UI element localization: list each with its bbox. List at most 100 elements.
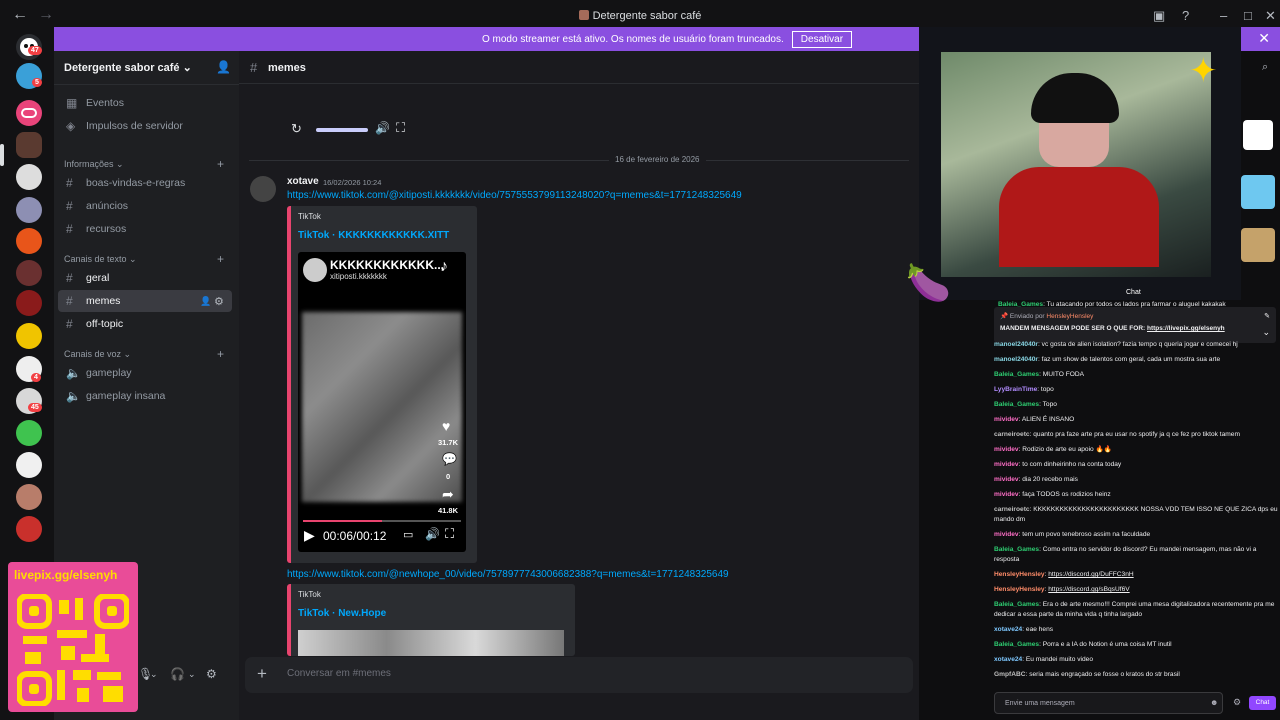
chat-settings-icon[interactable]: ⚙: [1233, 697, 1241, 708]
chat-user[interactable]: HensleyHensley: [994, 571, 1045, 578]
play-icon[interactable]: ▶: [304, 527, 315, 544]
server-avatar-10[interactable]: [16, 420, 42, 446]
comment-icon[interactable]: 💬: [442, 452, 457, 466]
channel-recursos[interactable]: # recursos: [58, 218, 232, 240]
banner-close-icon[interactable]: ✕: [1258, 30, 1270, 47]
chat-user[interactable]: Baleia_Games: [998, 301, 1043, 308]
fullscreen-icon[interactable]: ⛶: [445, 526, 454, 542]
channel-anuncios[interactable]: # anúncios: [58, 195, 232, 217]
chat-user[interactable]: xotave24: [994, 656, 1022, 663]
video-thumbnail[interactable]: [298, 630, 564, 656]
chat-user[interactable]: Baleia_Games: [994, 371, 1039, 378]
replay-icon[interactable]: ↻: [291, 121, 302, 137]
invite-people-icon[interactable]: 👤: [216, 60, 231, 74]
category-text[interactable]: Canais de texto ⌄ +: [64, 252, 224, 266]
fullscreen-icon[interactable]: ⛶: [396, 120, 405, 136]
badge-icon[interactable]: [1241, 228, 1275, 262]
server-avatar-11[interactable]: [16, 452, 42, 478]
category-voice[interactable]: Canais de voz ⌄ +: [64, 347, 224, 361]
server-avatar-2[interactable]: [16, 164, 42, 190]
add-member-icon[interactable]: 👤: [200, 296, 211, 307]
chat-user[interactable]: manoel24040r: [994, 341, 1038, 348]
category-info[interactable]: Informações ⌄ +: [64, 157, 224, 171]
emote-icon[interactable]: ☻: [1210, 698, 1218, 707]
add-channel-icon[interactable]: +: [217, 157, 224, 171]
embed-title-link[interactable]: TikTok · KKKKKKKKKKKK.XITT: [298, 230, 449, 241]
tiktok-video-player[interactable]: KKKKKKKKKKKK... xitiposti.kkkkkkk ♪ ♥ 31…: [298, 252, 466, 552]
pinned-link[interactable]: https://livepix.gg/elsenyh: [1147, 325, 1225, 332]
message-input[interactable]: + Conversar em #memes 🎁: [245, 657, 982, 693]
server-avatar-current[interactable]: [16, 132, 42, 158]
chat-user[interactable]: Baleia_Games: [994, 601, 1039, 608]
chat-user[interactable]: mividev: [994, 416, 1019, 423]
chat-user[interactable]: HensleyHensley: [994, 586, 1045, 593]
volume-icon[interactable]: 🔊: [425, 527, 440, 541]
chat-user[interactable]: carneiroetc: [994, 431, 1030, 438]
chevron-down-icon[interactable]: ⌄: [1262, 327, 1270, 338]
server-avatar-6[interactable]: [16, 290, 42, 316]
message-author[interactable]: xotave: [287, 176, 319, 187]
voice-gameplay-insana[interactable]: 🔈 gameplay insana: [58, 385, 232, 407]
gamepad-server-icon[interactable]: [16, 100, 42, 126]
chat-send-button[interactable]: Chat: [1249, 696, 1276, 710]
chat-input[interactable]: Envie uma mensagem ☻: [994, 692, 1223, 714]
chat-user[interactable]: xotave24: [994, 626, 1022, 633]
volume-icon[interactable]: 🔊: [375, 121, 390, 135]
search-icon[interactable]: ⌕: [1262, 61, 1268, 74]
close-window-icon[interactable]: ✕: [1265, 8, 1276, 24]
message-link-2[interactable]: https://www.tiktok.com/@newhope_00/video…: [287, 569, 729, 580]
channel-geral[interactable]: # geral: [58, 267, 232, 289]
maximize-icon[interactable]: □: [1244, 8, 1252, 23]
channel-boas-vindas[interactable]: # boas-vindas-e-regras: [58, 172, 232, 194]
server-avatar-13[interactable]: [16, 516, 42, 542]
chat-link[interactable]: https://discord.gg/DuFFC3nH: [1048, 571, 1133, 578]
chat-user[interactable]: LyyBrainTime: [994, 386, 1037, 393]
server-avatar-12[interactable]: [16, 484, 42, 510]
chat-user[interactable]: GmpfABC: [994, 671, 1026, 678]
captions-icon[interactable]: ▭: [403, 528, 413, 541]
chat-user[interactable]: mividev: [994, 491, 1019, 498]
minimize-icon[interactable]: –: [1220, 8, 1227, 23]
channel-off-topic[interactable]: # off-topic: [58, 313, 232, 335]
disable-streamer-button[interactable]: Desativar: [791, 30, 853, 48]
channel-memes[interactable]: # memes 👤 ⚙: [58, 290, 232, 312]
voice-gameplay[interactable]: 🔈 gameplay: [58, 362, 232, 384]
add-channel-icon[interactable]: +: [217, 347, 224, 361]
help-icon[interactable]: ?: [1182, 8, 1189, 23]
chat-user[interactable]: mividev: [994, 531, 1019, 538]
chevron-down-icon[interactable]: ⌄: [188, 669, 196, 680]
chat-user[interactable]: manoel24040r: [994, 356, 1038, 363]
chat-user[interactable]: mividev: [994, 461, 1019, 468]
message-link-1[interactable]: https://www.tiktok.com/@xitiposti.kkkkkk…: [287, 190, 742, 201]
server-avatar-7[interactable]: [16, 323, 42, 349]
chat-user[interactable]: mividev: [994, 446, 1019, 453]
chat-user[interactable]: Baleia_Games: [994, 641, 1039, 648]
heart-icon[interactable]: ♥: [442, 418, 450, 434]
add-channel-icon[interactable]: +: [217, 252, 224, 266]
gear-icon[interactable]: ⚙: [214, 295, 224, 308]
server-avatar-3[interactable]: [16, 197, 42, 223]
headphones-icon[interactable]: 🎧: [170, 667, 185, 681]
chat-user[interactable]: Baleia_Games: [994, 401, 1039, 408]
embed-title-link[interactable]: TikTok · New.Hope: [298, 608, 386, 619]
server-avatar-4[interactable]: [16, 228, 42, 254]
avatar[interactable]: [250, 176, 276, 202]
inbox-icon[interactable]: ▣: [1153, 8, 1165, 24]
share-icon[interactable]: ➦: [442, 486, 454, 503]
sword-icon[interactable]: [1241, 175, 1275, 209]
pin-icon[interactable]: ✎: [1264, 312, 1270, 320]
boosts-item[interactable]: ◈ Impulsos de servidor: [58, 115, 232, 137]
settings-gear-icon[interactable]: ⚙: [206, 667, 217, 681]
events-item[interactable]: ▦ Eventos: [58, 92, 232, 114]
twitch-icon[interactable]: [1243, 120, 1273, 150]
chevron-down-icon[interactable]: ⌄: [150, 669, 158, 680]
server-name-header[interactable]: Detergente sabor café ⌄: [64, 61, 192, 74]
video-progress-track[interactable]: [303, 520, 461, 522]
chat-user[interactable]: Baleia_Games: [994, 546, 1039, 553]
add-attachment-icon[interactable]: +: [257, 664, 267, 684]
chat-link[interactable]: https://discord.gg/sBqsUf6V: [1048, 586, 1129, 593]
chat-user[interactable]: carneiroetc: [994, 506, 1030, 513]
server-avatar-5[interactable]: [16, 260, 42, 286]
volume-slider[interactable]: [316, 128, 368, 132]
chat-user[interactable]: mividev: [994, 476, 1019, 483]
